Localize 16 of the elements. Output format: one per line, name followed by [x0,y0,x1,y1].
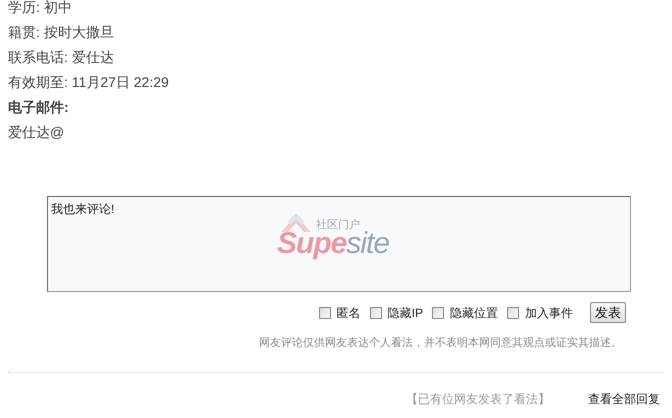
logo-wordmark: Supesite [277,229,390,259]
profile-field: 联系电话: 爱仕达 [8,45,672,70]
option-checkbox[interactable]: 匿名 [318,304,361,322]
profile-field: 有效期至: 11月27日 22:29 [8,70,672,95]
option-checkbox[interactable]: 隐藏位置 [432,304,498,322]
disclaimer-text: 网友评论仅供网友表达个人看法，并不表明本网同意其观点或证实其描述。 [259,336,622,351]
logo-tagline: 社区门户 [316,218,360,231]
option-checkbox[interactable]: 加入事件 [507,304,573,322]
submit-button[interactable]: 发表 [590,302,626,323]
profile-field: 学历: 初中 [8,0,672,20]
profile-field: 籍贯: 按时大撒旦 [8,20,672,45]
email-value: 爱仕达@ [8,123,66,142]
option-checkbox[interactable]: 隐藏IP [370,304,423,322]
view-all-replies-link[interactable]: 查看全部回复 [588,390,660,408]
reply-count-text: 【已有位网友发表了看法】 [406,390,550,408]
email-label: 电子邮件: [8,98,70,117]
